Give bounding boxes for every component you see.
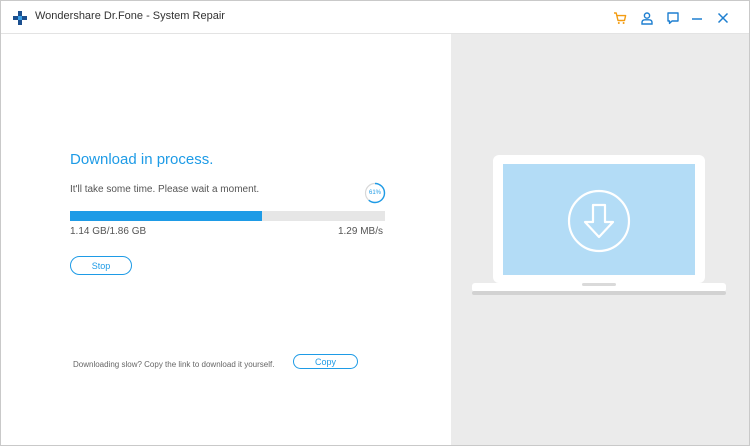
- minimize-button[interactable]: [688, 9, 706, 27]
- slow-download-hint: Downloading slow? Copy the link to downl…: [73, 360, 275, 369]
- wait-message: It'll take some time. Please wait a mome…: [70, 184, 260, 195]
- account-button[interactable]: [638, 9, 656, 27]
- cart-button[interactable]: [611, 9, 629, 27]
- download-progress-bar: [70, 211, 385, 221]
- drfone-plus-logo-icon: [13, 11, 27, 25]
- close-button[interactable]: [714, 9, 732, 27]
- close-icon: [717, 12, 729, 24]
- window-title: Wondershare Dr.Fone - System Repair: [35, 10, 225, 22]
- progress-fill: [70, 211, 263, 221]
- laptop-illustration: [472, 155, 726, 295]
- download-headline: Download in process.: [70, 151, 214, 168]
- percent-label: 61%: [368, 190, 381, 196]
- cart-icon: [614, 12, 627, 24]
- title-bar: Wondershare Dr.Fone - System Repair: [1, 1, 749, 34]
- minimize-icon: [692, 18, 702, 20]
- feedback-button[interactable]: [664, 9, 682, 27]
- download-panel: Download in process. It'll take some tim…: [1, 34, 451, 445]
- copy-link-button[interactable]: Copy: [293, 354, 358, 369]
- illustration-panel: [451, 34, 749, 445]
- download-speed: 1.29 MB/s: [337, 226, 383, 237]
- stop-button[interactable]: Stop: [70, 256, 132, 275]
- app-window: Wondershare Dr.Fone - System Repair Down…: [0, 0, 750, 446]
- chat-icon: [667, 12, 679, 25]
- user-icon: [641, 12, 653, 25]
- downloaded-size: 1.14 GB/1.86 GB: [70, 226, 147, 237]
